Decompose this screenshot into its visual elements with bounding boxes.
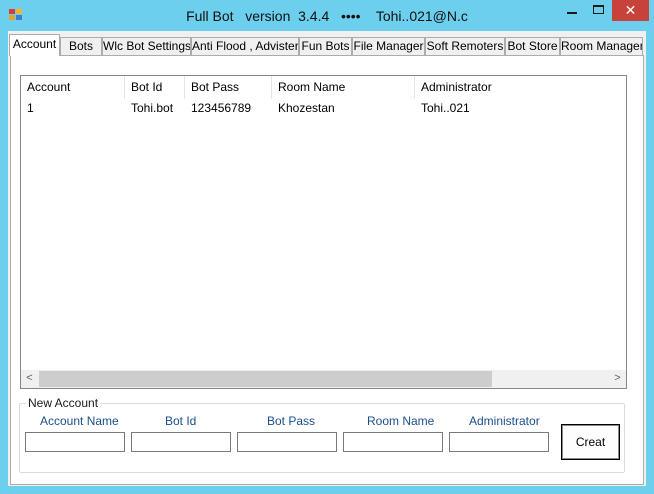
column-header-bot-pass[interactable]: Bot Pass: [185, 76, 272, 99]
room-name-input[interactable]: [343, 432, 443, 452]
administrator-label: Administrator: [469, 414, 540, 428]
tab-account[interactable]: Account: [9, 34, 60, 56]
column-header-bot-id[interactable]: Bot Id: [125, 76, 185, 99]
window-title: Full Bot version 3.4.4 •••• Tohi..021@N.…: [186, 8, 468, 24]
tab-bot-store[interactable]: Bot Store: [505, 37, 560, 56]
column-header-administrator[interactable]: Administrator: [415, 76, 626, 99]
list-header: Account Bot Id Bot Pass Room Name Admini…: [21, 76, 626, 99]
close-button[interactable]: ✕: [612, 0, 649, 21]
tab-wlc-bot-settings[interactable]: Wlc Bot Settings: [102, 37, 191, 56]
new-account-group: New Account Account Name Bot Id Bot Pass…: [19, 396, 625, 473]
cell-room-name: Khozestan: [278, 101, 335, 115]
tab-strip: Account Bots Wlc Bot Settings Anti Flood…: [8, 34, 646, 56]
tab-bots[interactable]: Bots: [60, 37, 102, 56]
bot-pass-label: Bot Pass: [267, 414, 316, 428]
tab-fun-bots[interactable]: Fun Bots: [299, 37, 352, 56]
table-row[interactable]: 1 Tohi.bot 123456789 Khozestan Tohi..021: [21, 100, 626, 118]
column-header-room-name[interactable]: Room Name: [272, 76, 415, 99]
administrator-input[interactable]: [449, 432, 549, 452]
close-icon: ✕: [624, 2, 637, 18]
create-button[interactable]: Creat: [561, 424, 620, 460]
scroll-left-button[interactable]: <: [21, 370, 38, 388]
tab-room-manager[interactable]: Room Manager: [560, 37, 643, 56]
cell-administrator: Tohi..021: [421, 101, 470, 115]
scroll-thumb[interactable]: [39, 371, 492, 387]
cell-bot-id: Tohi.bot: [131, 101, 174, 115]
maximize-button[interactable]: [585, 0, 612, 21]
horizontal-scrollbar[interactable]: < >: [21, 370, 626, 388]
cell-account: 1: [27, 101, 34, 115]
title-bar[interactable]: Full Bot version 3.4.4 •••• Tohi..021@N.…: [0, 0, 654, 31]
accounts-list[interactable]: Account Bot Id Bot Pass Room Name Admini…: [20, 75, 627, 389]
scroll-right-button[interactable]: >: [609, 370, 626, 388]
tab-file-manager[interactable]: File Manager: [352, 37, 425, 56]
bot-id-input[interactable]: [131, 432, 231, 452]
account-name-input[interactable]: [25, 432, 125, 452]
client-area: Account Bots Wlc Bot Settings Anti Flood…: [8, 31, 646, 486]
minimize-button[interactable]: [558, 0, 585, 21]
bot-id-label: Bot Id: [165, 414, 197, 428]
tab-anti-flood-advister[interactable]: Anti Flood , Advister: [191, 37, 299, 56]
app-window: Full Bot version 3.4.4 •••• Tohi..021@N.…: [0, 0, 654, 494]
tab-soft-remoters[interactable]: Soft Remoters: [425, 37, 505, 56]
account-tab-panel: Account Bot Id Bot Pass Room Name Admini…: [10, 55, 644, 485]
bot-pass-input[interactable]: [237, 432, 337, 452]
room-name-label: Room Name: [367, 414, 435, 428]
minimize-icon: [567, 12, 577, 14]
column-header-account[interactable]: Account: [21, 76, 125, 99]
group-title: New Account: [26, 396, 101, 410]
cell-bot-pass: 123456789: [191, 101, 252, 115]
account-name-label: Account Name: [40, 414, 119, 428]
maximize-icon: [593, 5, 604, 14]
